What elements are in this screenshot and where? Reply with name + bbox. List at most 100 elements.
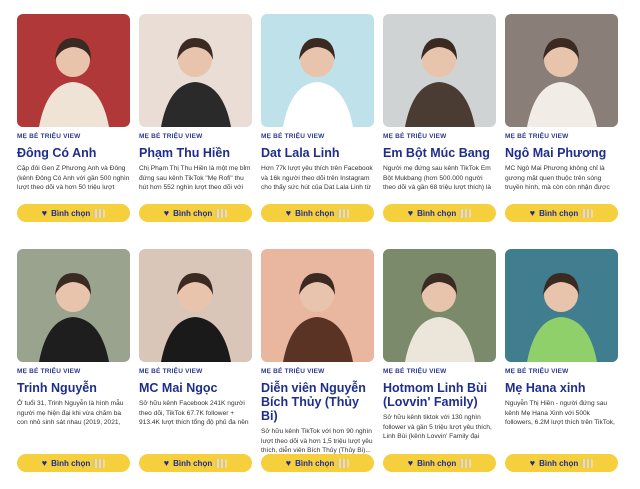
candidate-photo[interactable] (17, 249, 130, 362)
vote-label: Bình chọn (539, 208, 579, 218)
vote-button[interactable]: ♥ Bình chọn (505, 204, 618, 222)
vote-count-blurred (581, 458, 594, 468)
category-label: MẸ BÉ TRIỆU VIEW (139, 368, 203, 375)
category-label: MẸ BÉ TRIỆU VIEW (17, 133, 81, 140)
heart-icon: ♥ (407, 207, 414, 218)
vote-count-blurred (93, 208, 106, 218)
candidate-name[interactable]: Ngô Mai Phương (505, 146, 618, 160)
heart-icon: ♥ (163, 207, 170, 218)
candidate-description: Ở tuổi 31, Trinh Nguyễn là hình mẫu ngườ… (17, 400, 124, 426)
photo-illustration (17, 14, 130, 127)
heart-icon: ♥ (529, 457, 536, 468)
category-label: MẸ BÉ TRIỆU VIEW (505, 133, 569, 140)
vote-count-blurred (337, 208, 350, 218)
candidate-name[interactable]: Đông Có Anh (17, 146, 130, 160)
heart-icon: ♥ (529, 207, 536, 218)
heart-icon: ♥ (285, 207, 292, 218)
category-label: MẸ BÉ TRIỆU VIEW (383, 133, 447, 140)
candidate-description: Cặp đôi Gen Z Phương Anh và Đông (kênh Đ… (17, 165, 130, 191)
candidate-photo[interactable] (139, 249, 252, 362)
vote-count-blurred (215, 458, 228, 468)
vote-count-blurred (581, 208, 594, 218)
candidate-name[interactable]: Mẹ Hana xinh (505, 381, 618, 395)
candidate-name[interactable]: Diễn viên Nguyễn Bích Thủy (Thủy Bi) (261, 381, 374, 423)
candidate-description: Chị Phạm Thị Thu Hiền là một mẹ bỉm đứng… (139, 165, 251, 191)
category-label: MẸ BÉ TRIỆU VIEW (17, 368, 81, 375)
candidate-name[interactable]: Dat Lala Linh (261, 146, 374, 160)
candidate-description: Sở hữu kênh tiktok với 130 nghìn followe… (383, 414, 492, 440)
candidate-name[interactable]: Em Bột Múc Bang (383, 146, 496, 160)
candidate-card[interactable]: MẸ BÉ TRIỆU VIEW Trinh Nguyễn Ở tuổi 31,… (17, 249, 130, 472)
candidate-card[interactable]: MẸ BÉ TRIỆU VIEW Hotmom Linh Bùi (Lovvin… (383, 249, 496, 472)
vote-count-blurred (337, 458, 350, 468)
photo-illustration (505, 14, 618, 127)
photo-illustration (505, 249, 618, 362)
vote-button[interactable]: ♥ Bình chọn (17, 454, 130, 472)
candidate-name[interactable]: Phạm Thu Hiền (139, 146, 252, 160)
category-label: MẸ BÉ TRIỆU VIEW (261, 368, 325, 375)
candidate-name[interactable]: Hotmom Linh Bùi (Lovvin' Family) (383, 381, 496, 409)
candidate-name[interactable]: Trinh Nguyễn (17, 381, 130, 395)
heart-icon: ♥ (407, 457, 414, 468)
candidate-photo[interactable] (261, 249, 374, 362)
vote-label: Bình chọn (417, 208, 457, 218)
candidate-card[interactable]: MẸ BÉ TRIỆU VIEW Phạm Thu Hiền Chị Phạm … (139, 14, 252, 222)
candidate-description: Nguyễn Thị Hiền - người đứng sau kênh Mẹ… (505, 400, 615, 426)
vote-button[interactable]: ♥ Bình chọn (261, 454, 374, 472)
vote-label: Bình chọn (417, 458, 457, 468)
candidate-card[interactable]: MẸ BÉ TRIỆU VIEW Ngô Mai Phương MC Ngô M… (505, 14, 618, 222)
heart-icon: ♥ (41, 207, 48, 218)
vote-button[interactable]: ♥ Bình chọn (505, 454, 618, 472)
vote-label: Bình chọn (51, 208, 91, 218)
vote-count-blurred (215, 208, 228, 218)
vote-label: Bình chọn (51, 458, 91, 468)
vote-button[interactable]: ♥ Bình chọn (139, 454, 252, 472)
heart-icon: ♥ (41, 457, 48, 468)
vote-button[interactable]: ♥ Bình chọn (17, 204, 130, 222)
candidate-description: Hơn 77k lượt yêu thích trên Facebook và … (261, 165, 373, 191)
vote-button[interactable]: ♥ Bình chọn (383, 454, 496, 472)
vote-label: Bình chọn (295, 208, 335, 218)
vote-count-blurred (93, 458, 106, 468)
candidate-card[interactable]: MẸ BÉ TRIỆU VIEW Mẹ Hana xinh Nguyễn Thị… (505, 249, 618, 472)
category-label: MẸ BÉ TRIỆU VIEW (261, 133, 325, 140)
photo-illustration (261, 14, 374, 127)
candidate-description: Sở hữu kênh Facebook 241K người theo dõi… (139, 400, 249, 426)
category-label: MẸ BÉ TRIỆU VIEW (139, 133, 203, 140)
vote-count-blurred (459, 458, 472, 468)
category-label: MẸ BÉ TRIỆU VIEW (383, 368, 447, 375)
candidate-card[interactable]: MẸ BÉ TRIỆU VIEW Đông Có Anh Cặp đôi Gen… (17, 14, 130, 222)
heart-icon: ♥ (285, 457, 292, 468)
candidate-card[interactable]: MẸ BÉ TRIỆU VIEW Dat Lala Linh Hơn 77k l… (261, 14, 374, 222)
photo-illustration (17, 249, 130, 362)
heart-icon: ♥ (163, 457, 170, 468)
candidate-photo[interactable] (139, 14, 252, 127)
photo-illustration (139, 249, 252, 362)
vote-button[interactable]: ♥ Bình chọn (139, 204, 252, 222)
candidate-card[interactable]: MẸ BÉ TRIỆU VIEW Em Bột Múc Bang Người m… (383, 14, 496, 222)
candidate-description: Người mẹ đứng sau kênh TikTok Em Bột Muk… (383, 165, 492, 191)
photo-illustration (383, 14, 496, 127)
category-label: MẸ BÉ TRIỆU VIEW (505, 368, 569, 375)
candidate-name[interactable]: MC Mai Ngọc (139, 381, 252, 395)
vote-label: Bình chọn (539, 458, 579, 468)
candidate-card[interactable]: MẸ BÉ TRIỆU VIEW MC Mai Ngọc Sở hữu kênh… (139, 249, 252, 472)
candidate-photo[interactable] (17, 14, 130, 127)
candidate-photo[interactable] (505, 249, 618, 362)
photo-illustration (383, 249, 496, 362)
candidate-description: Sở hữu kênh TikTok với hơn 90 nghìn lượt… (261, 428, 373, 454)
candidate-photo[interactable] (383, 249, 496, 362)
vote-label: Bình chọn (295, 458, 335, 468)
candidate-photo[interactable] (261, 14, 374, 127)
vote-label: Bình chọn (173, 208, 213, 218)
vote-count-blurred (459, 208, 472, 218)
vote-button[interactable]: ♥ Bình chọn (383, 204, 496, 222)
card-grid: MẸ BÉ TRIỆU VIEW Đông Có Anh Cặp đôi Gen… (0, 0, 640, 489)
candidate-photo[interactable] (505, 14, 618, 127)
photo-illustration (261, 249, 374, 362)
vote-button[interactable]: ♥ Bình chọn (261, 204, 374, 222)
candidate-photo[interactable] (383, 14, 496, 127)
vote-label: Bình chọn (173, 458, 213, 468)
candidate-card[interactable]: MẸ BÉ TRIỆU VIEW Diễn viên Nguyễn Bích T… (261, 249, 374, 472)
photo-illustration (139, 14, 252, 127)
